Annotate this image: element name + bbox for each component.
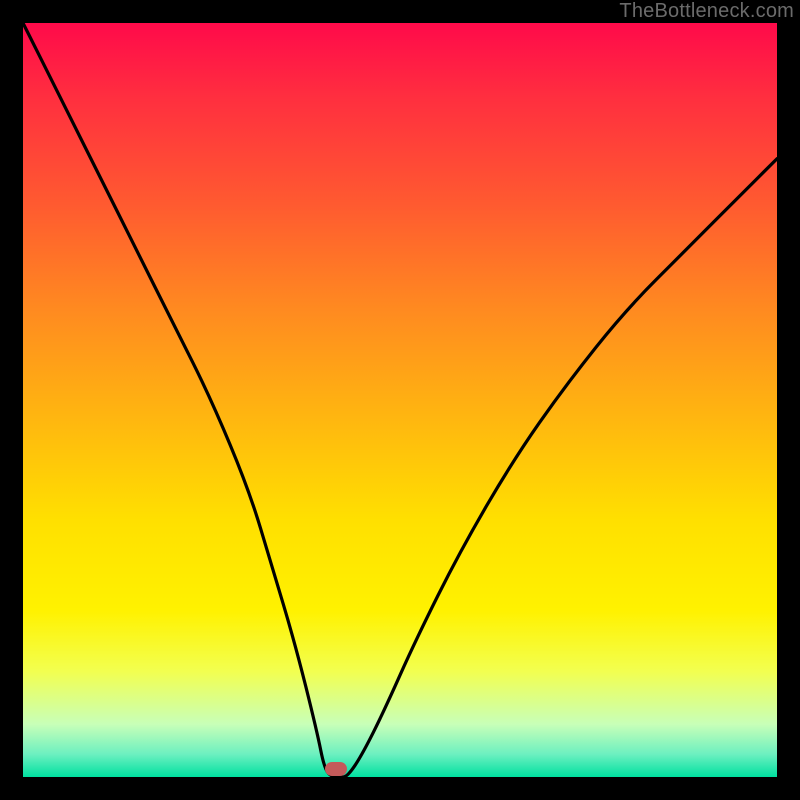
plot-area	[23, 23, 777, 777]
chart-frame: TheBottleneck.com	[0, 0, 800, 800]
watermark-text: TheBottleneck.com	[619, 0, 794, 23]
bottleneck-curve	[23, 23, 777, 777]
optimal-marker	[325, 762, 347, 776]
